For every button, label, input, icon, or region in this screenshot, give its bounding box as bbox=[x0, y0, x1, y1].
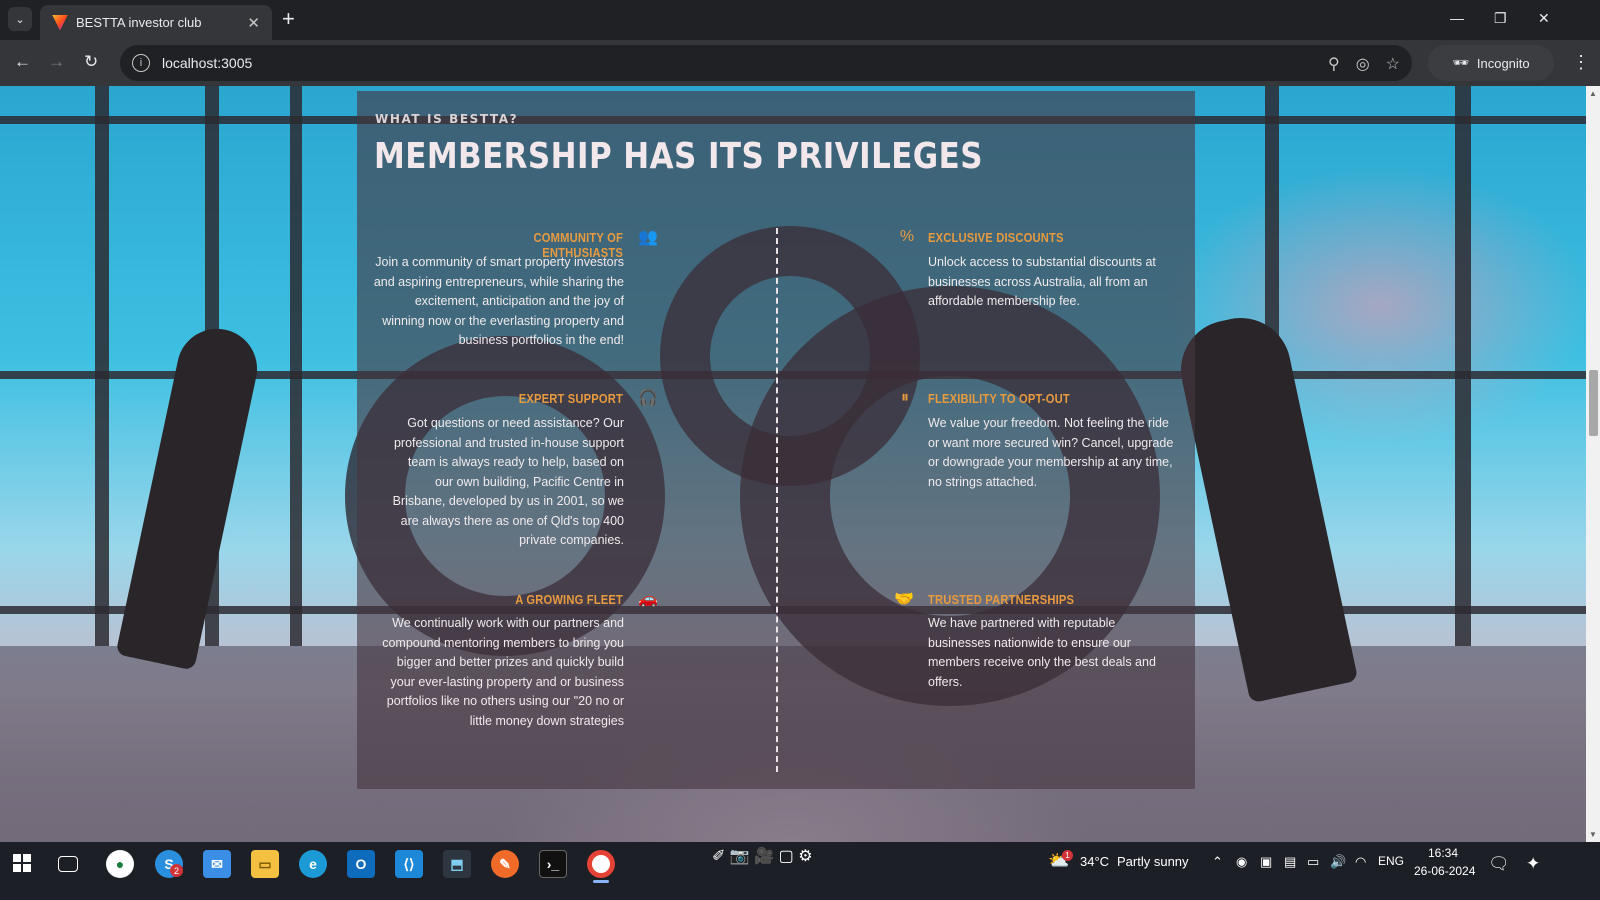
chrome-icon[interactable] bbox=[587, 850, 615, 878]
network-app-icon[interactable]: ⬒ bbox=[443, 850, 471, 878]
section-headline: MEMBERSHIP HAS ITS PRIVILEGES bbox=[374, 136, 983, 177]
car-icon: 🚗 bbox=[638, 591, 658, 608]
weather-text[interactable]: Partly sunny bbox=[1117, 854, 1189, 869]
scroll-down-icon[interactable]: ▼ bbox=[1589, 830, 1597, 839]
window-frame bbox=[1455, 86, 1471, 646]
minimize-button[interactable]: — bbox=[1450, 10, 1464, 26]
eye-off-icon[interactable]: ◎ bbox=[1356, 54, 1370, 74]
center-divider bbox=[776, 228, 778, 772]
wifi-icon[interactable]: ◠ bbox=[1355, 854, 1366, 870]
headset-icon: 🎧 bbox=[638, 390, 658, 407]
tab-title: BESTTA investor club bbox=[76, 15, 202, 30]
app-icon-green[interactable]: ● bbox=[106, 850, 134, 878]
feature-title-partnerships: TRUSTED PARTNERSHIPS bbox=[928, 592, 1075, 607]
incognito-indicator[interactable]: 🕶 Incognito bbox=[1428, 45, 1554, 81]
meet-icon[interactable]: ▣ bbox=[1260, 854, 1272, 870]
bestta-favicon-icon bbox=[52, 14, 68, 31]
scrollbar-thumb[interactable] bbox=[1589, 370, 1598, 436]
feature-text-partnerships: We have partnered with reputable busines… bbox=[928, 616, 1156, 689]
forward-button[interactable]: → bbox=[48, 52, 65, 72]
incognito-label: Incognito bbox=[1476, 55, 1530, 71]
feature-title-support: EXPERT SUPPORT bbox=[518, 391, 623, 406]
window-frame bbox=[290, 86, 302, 646]
language-indicator[interactable]: ENG bbox=[1378, 854, 1404, 868]
man-silhouette bbox=[1171, 308, 1359, 704]
browser-menu-icon[interactable]: ⋮ bbox=[1572, 52, 1590, 73]
file-explorer-icon[interactable]: ▭ bbox=[251, 850, 279, 878]
close-window-button[interactable]: ✕ bbox=[1538, 10, 1550, 27]
feature-text-optout: We value your freedom. Not feeling the r… bbox=[928, 416, 1174, 489]
feature-text-fleet: We continually work with our partners an… bbox=[382, 616, 624, 728]
terminal-icon[interactable]: ›_ bbox=[539, 850, 567, 878]
camera-icon[interactable]: 📷 bbox=[730, 848, 750, 865]
back-button[interactable]: ← bbox=[14, 52, 31, 72]
clock-date[interactable]: 26-06-2024 bbox=[1414, 864, 1475, 878]
pause-icon: ⏸ bbox=[900, 389, 909, 406]
handshake-icon: 🤝 bbox=[894, 591, 914, 608]
show-hidden-icons-icon[interactable]: ⌃ bbox=[1212, 854, 1223, 870]
mail-icon[interactable]: ✉ bbox=[203, 850, 231, 878]
url-text: localhost:3005 bbox=[162, 55, 253, 71]
weather-temp[interactable]: 34°C bbox=[1080, 854, 1109, 869]
bookmark-star-icon[interactable]: ☆ bbox=[1386, 54, 1400, 74]
percent-icon: % bbox=[899, 228, 915, 245]
postman-icon[interactable]: ✎ bbox=[491, 850, 519, 878]
settings-gear-icon[interactable]: ⚙ bbox=[798, 848, 812, 865]
screen-sketch-icon[interactable]: ✐ bbox=[712, 848, 725, 865]
page-viewport bbox=[0, 86, 1586, 860]
start-button[interactable] bbox=[13, 854, 31, 872]
zoom-icon[interactable]: ⚲ bbox=[1328, 54, 1340, 74]
windows-taskbar: ● S 2 ✉ ▭ e O ⟨⟩ ⬒ ✎ ›_ ✐ 📷 🎥 ▢ ⚙ ⛅ 1 34… bbox=[0, 842, 1600, 900]
notifications-icon[interactable]: 🗨 bbox=[1488, 854, 1510, 874]
feature-text-community: Join a community of smart property inves… bbox=[373, 255, 624, 347]
weather-badge: 1 bbox=[1062, 850, 1073, 861]
record-icon[interactable]: ◉ bbox=[1236, 854, 1247, 870]
section-eyebrow: WHAT IS BESTTA? bbox=[375, 112, 519, 126]
battery-icon[interactable]: ▭ bbox=[1307, 854, 1319, 870]
scroll-up-icon[interactable]: ▲ bbox=[1589, 89, 1597, 98]
window-frame bbox=[95, 86, 109, 646]
video-icon[interactable]: 🎥 bbox=[754, 848, 774, 865]
close-tab-icon[interactable]: ✕ bbox=[247, 14, 260, 32]
page-scrollbar[interactable] bbox=[1586, 86, 1600, 860]
edge-icon[interactable]: e bbox=[299, 850, 327, 878]
task-view-icon[interactable] bbox=[58, 856, 78, 872]
browser-toolbar: ← → ↻ i localhost:3005 ⚲ ◎ ☆ 🕶 Incognito… bbox=[0, 40, 1600, 86]
tab-search-button[interactable]: ⌄ bbox=[8, 7, 32, 31]
feature-text-discounts: Unlock access to substantial discounts a… bbox=[928, 255, 1156, 308]
feature-title-optout: FLEXIBILITY TO OPT-OUT bbox=[928, 391, 1070, 406]
skype-badge: 2 bbox=[170, 864, 183, 877]
speaker-icon[interactable]: 🔊 bbox=[1330, 854, 1346, 870]
feature-text-support: Got questions or need assistance? Our pr… bbox=[392, 416, 624, 547]
copilot-icon[interactable]: ✦ bbox=[1526, 854, 1540, 874]
clock-time[interactable]: 16:34 bbox=[1428, 846, 1458, 860]
new-tab-button[interactable]: + bbox=[282, 8, 295, 30]
restore-button[interactable]: ❐ bbox=[1494, 10, 1507, 27]
display-icon[interactable]: ▤ bbox=[1284, 854, 1296, 870]
feature-title-fleet: A GROWING FLEET bbox=[515, 592, 623, 607]
tab-bar: ⌄ BESTTA investor club ✕ + — ❐ ✕ bbox=[0, 0, 1600, 40]
reload-button[interactable]: ↻ bbox=[84, 52, 98, 72]
vscode-icon[interactable]: ⟨⟩ bbox=[395, 850, 423, 878]
users-icon: 👥 bbox=[638, 229, 658, 246]
site-info-icon[interactable]: i bbox=[132, 54, 150, 72]
address-bar[interactable]: i localhost:3005 ⚲ ◎ ☆ bbox=[120, 45, 1412, 81]
chrome-active-indicator bbox=[593, 880, 609, 883]
window-capture-icon[interactable]: ▢ bbox=[779, 848, 794, 865]
active-tab[interactable]: BESTTA investor club ✕ bbox=[40, 5, 272, 40]
incognito-icon: 🕶 bbox=[1452, 55, 1469, 70]
outlook-icon[interactable]: O bbox=[347, 850, 375, 878]
feature-title-discounts: EXCLUSIVE DISCOUNTS bbox=[928, 230, 1064, 245]
snipping-tools: ✐ 📷 🎥 ▢ ⚙ bbox=[712, 846, 813, 866]
